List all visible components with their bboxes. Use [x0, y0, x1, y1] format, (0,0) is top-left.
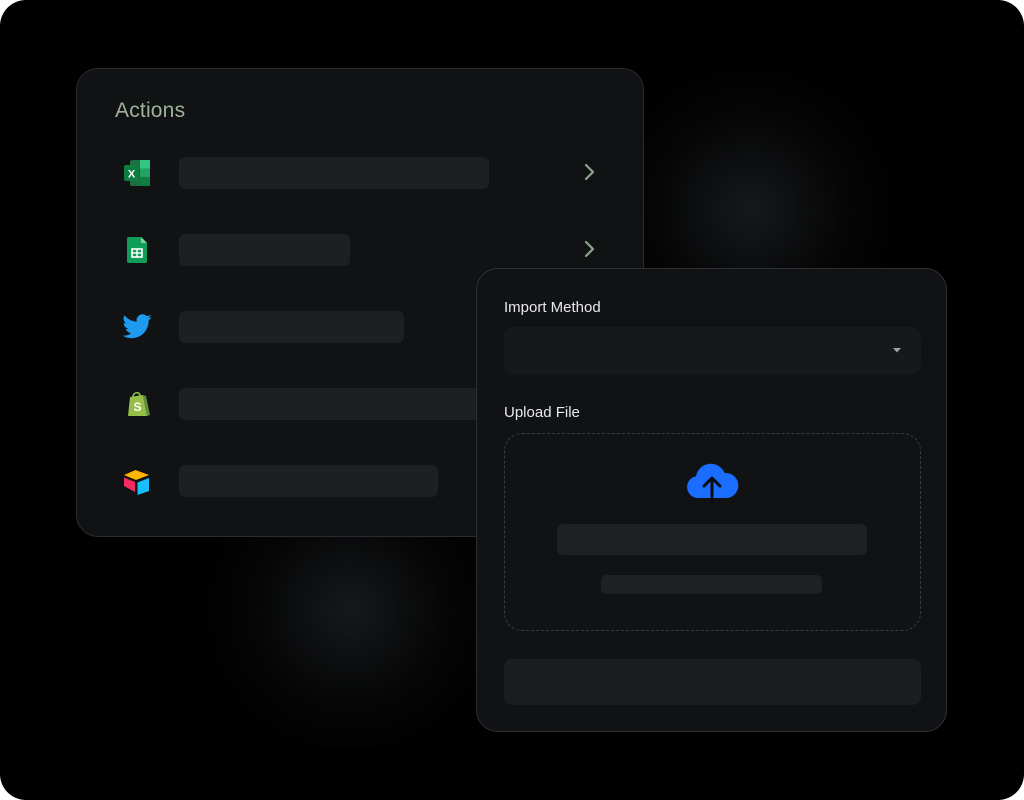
action-item-excel[interactable]: X	[77, 149, 645, 195]
twitter-icon	[122, 314, 152, 339]
cloud-upload-icon	[687, 463, 739, 506]
svg-text:X: X	[128, 169, 136, 181]
action-label-placeholder	[179, 388, 479, 420]
action-label-placeholder	[179, 311, 404, 343]
import-method-select[interactable]	[504, 327, 921, 374]
chevron-right-icon[interactable]	[582, 238, 598, 260]
action-label-placeholder	[179, 465, 438, 497]
dropzone-text-placeholder	[557, 524, 867, 555]
airtable-icon	[124, 470, 149, 495]
import-panel: Import Method Upload File	[476, 268, 947, 732]
shopify-icon: S	[128, 391, 150, 416]
action-label-placeholder	[179, 234, 350, 266]
caret-down-icon	[893, 348, 901, 353]
excel-icon: X	[124, 160, 150, 186]
upload-file-label: Upload File	[504, 404, 580, 421]
action-item-google-sheets[interactable]	[77, 226, 645, 272]
file-dropzone[interactable]	[504, 433, 921, 631]
chevron-right-icon[interactable]	[582, 161, 598, 183]
action-label-placeholder	[179, 157, 489, 189]
actions-title: Actions	[115, 99, 186, 122]
canvas: Actions X S Import Method Upload File	[0, 0, 1024, 800]
svg-text:S: S	[133, 400, 141, 414]
import-method-label: Import Method	[504, 299, 601, 316]
google-sheets-icon	[127, 237, 147, 263]
dropzone-subtext-placeholder	[601, 575, 822, 594]
submit-button[interactable]	[504, 659, 921, 705]
